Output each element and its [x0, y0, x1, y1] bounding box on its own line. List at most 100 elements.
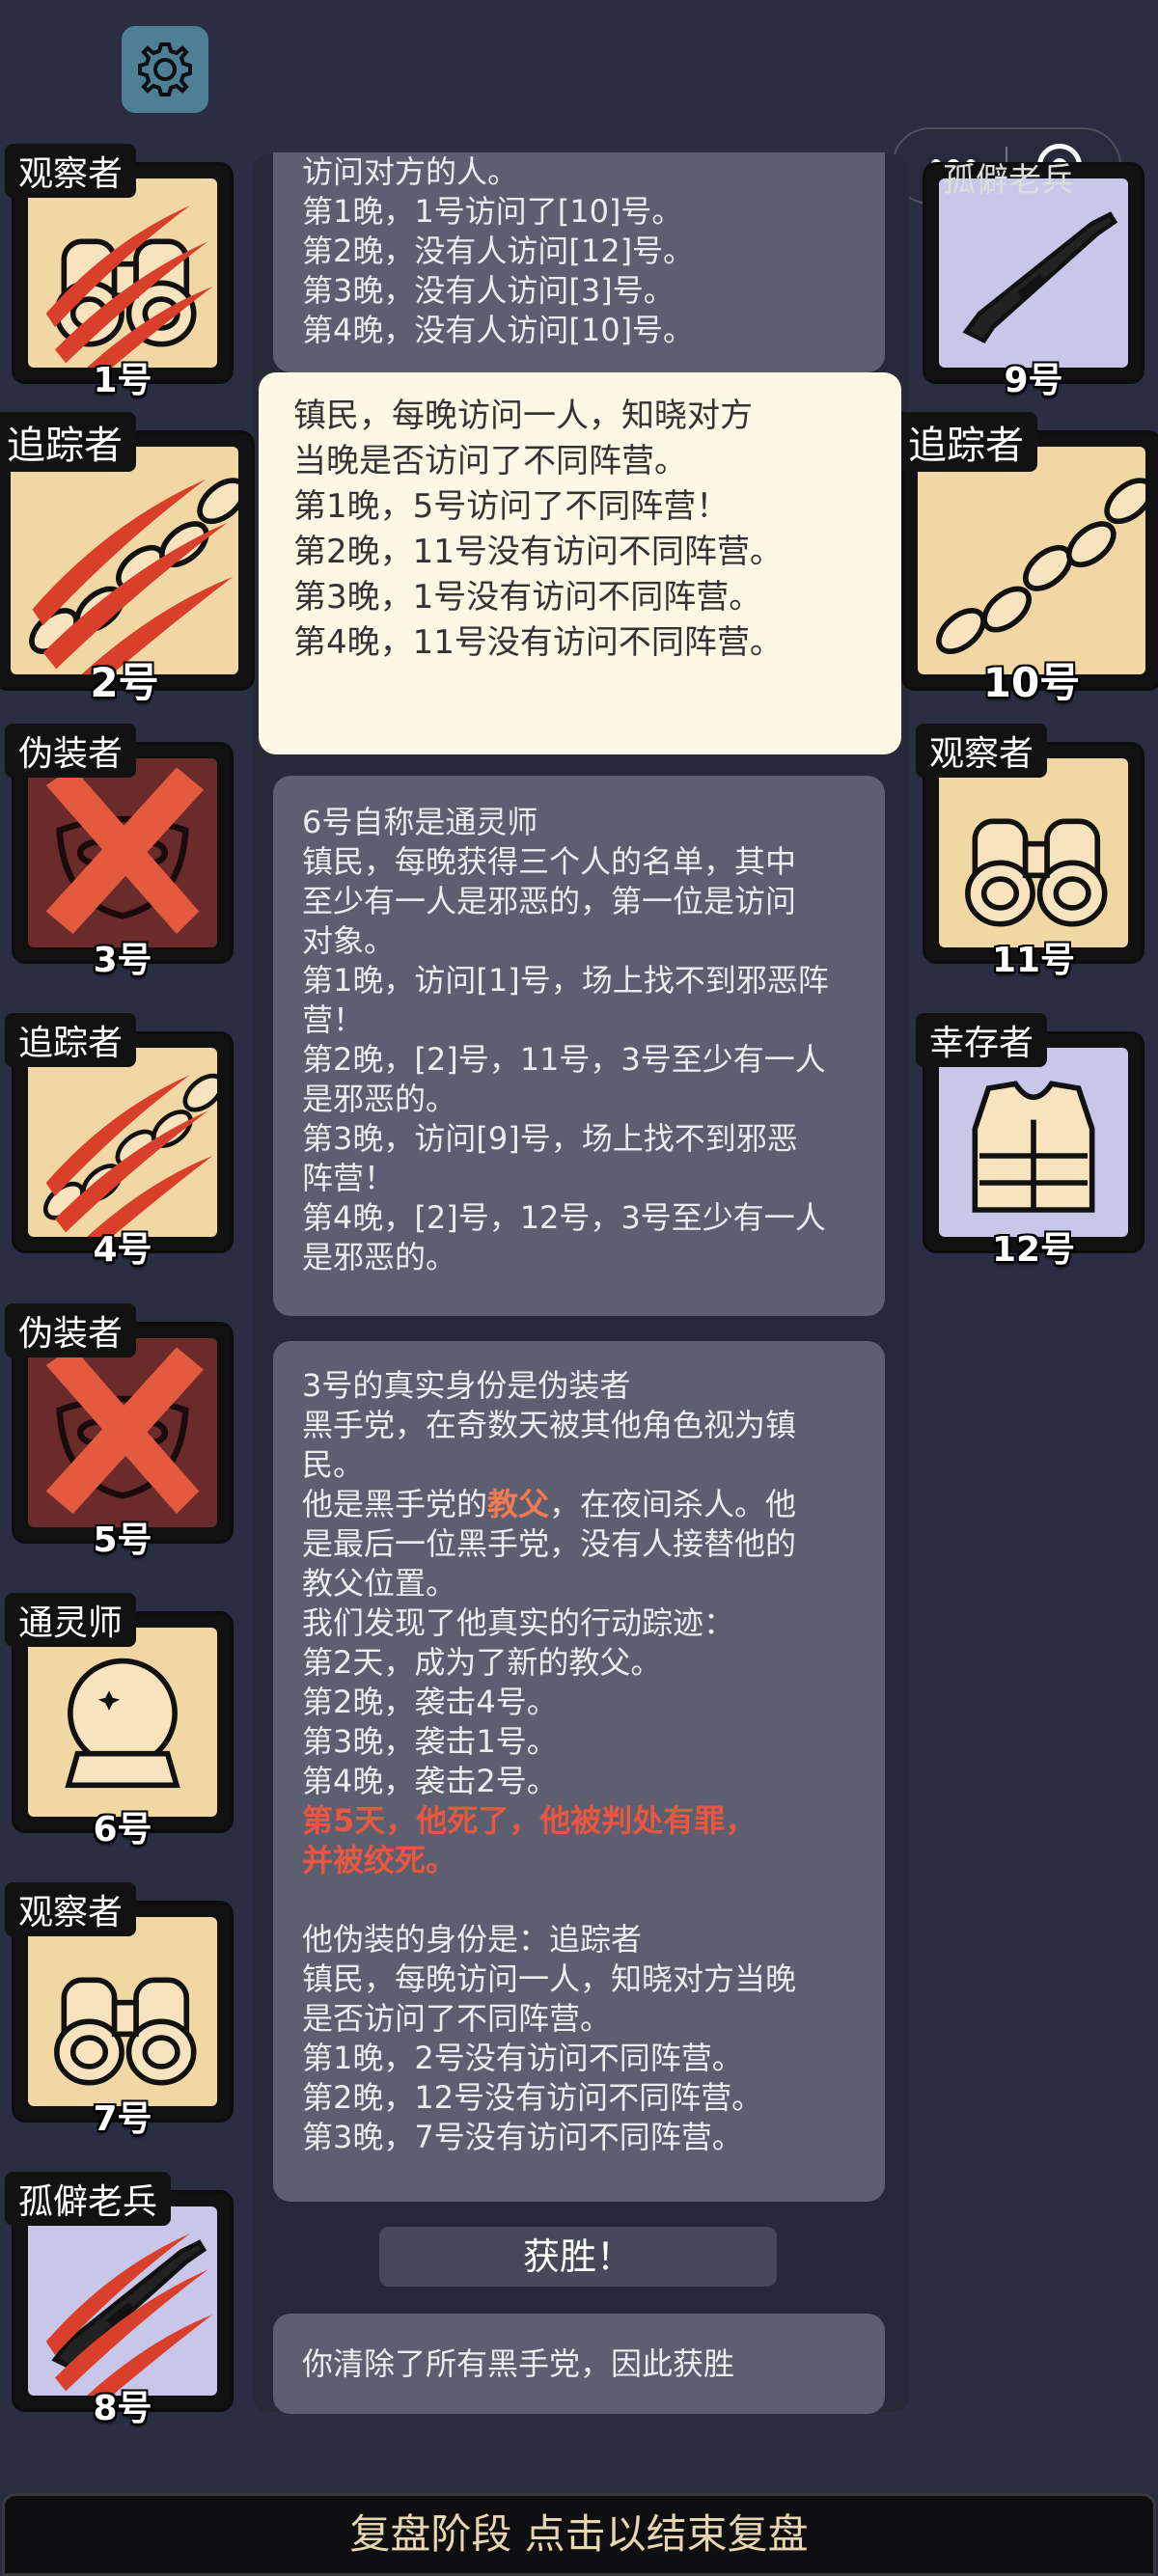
- player-card-10[interactable]: 追踪者 10号: [895, 412, 1158, 706]
- message-observer: 访问对方的人。 第1晚，1号访问了[10]号。 第2晚，没有人访问[12]号。 …: [273, 152, 885, 372]
- death-notice: 第5天，他死了，他被判处有罪，: [302, 1802, 757, 1839]
- rifle-icon: [939, 178, 1128, 368]
- player-number: 2号: [90, 659, 159, 706]
- footprints-icon: [11, 447, 238, 674]
- player-card-1[interactable]: 观察者 1号: [5, 144, 234, 400]
- message-line: 第2晚，没有人访问[12]号。: [302, 233, 695, 269]
- player-card-7[interactable]: 观察者 7号: [5, 1882, 234, 2139]
- message-line: 第1晚，访问[1]号，场上找不到邪恶阵: [302, 962, 829, 999]
- player-card-5[interactable]: 伪装者 5号: [5, 1303, 234, 1560]
- player-number: 3号: [93, 941, 152, 980]
- message-line: 第2晚，12号没有访问不同阵营。: [302, 2079, 763, 2116]
- message-line: 黑手党，在奇数天被其他角色视为镇: [302, 1407, 797, 1443]
- role-label: 观察者: [5, 1882, 137, 1936]
- message-line: 第1晚，5号访问了不同阵营！: [293, 487, 730, 526]
- gear-icon: [138, 42, 192, 96]
- player-number: 7号: [93, 2099, 152, 2139]
- role-label: 通灵师: [5, 1593, 137, 1647]
- message-line: 6号自称是通灵师: [302, 804, 538, 840]
- player-card-11[interactable]: 观察者 11号: [916, 724, 1144, 980]
- message-line: 教父位置。: [302, 1565, 457, 1602]
- player-card-3[interactable]: 伪装者 3号: [5, 724, 234, 980]
- message-line: 第3晚，袭击1号。: [302, 1723, 558, 1760]
- player-number: 11号: [991, 941, 1076, 980]
- player-card-4[interactable]: 追踪者 4号: [5, 1013, 234, 1270]
- message-line: 是邪恶的。: [302, 1081, 457, 1117]
- message-line: 镇民，每晚访问一人，知晓对方: [293, 397, 753, 435]
- end-review-button[interactable]: 复盘阶段 点击以结束复盘: [2, 2493, 1156, 2576]
- message-line: 当晚是否访问了不同阵营。: [293, 442, 687, 480]
- message-line: 他是黑手党的教父，在夜间杀人。他: [302, 1485, 856, 1524]
- message-line: 第2晚，11号没有访问不同阵营。: [293, 533, 783, 571]
- message-line: 第4晚，袭击2号。: [302, 1763, 558, 1799]
- message-line: 至少有一人是邪恶的，第一位是访问: [302, 883, 797, 919]
- victory-banner: 获胜！: [379, 2227, 777, 2287]
- player-number: 9号: [1004, 361, 1063, 400]
- rifle-icon: [45, 2233, 213, 2396]
- message-line: 第2天，成为了新的教父。: [302, 1644, 662, 1681]
- role-label: 幸存者: [916, 1013, 1048, 1067]
- role-label: 观察者: [5, 144, 137, 198]
- player-card-6[interactable]: 通灵师 6号: [5, 1593, 234, 1850]
- message-line: 镇民，每晚获得三个人的名单，其中: [302, 843, 797, 880]
- player-number: 8号: [93, 2389, 152, 2428]
- footprints-icon: [28, 1048, 217, 1237]
- message-reveal: 3号的真实身份是伪装者 黑手党，在奇数天被其他角色视为镇 民。 他是黑手党的教父…: [273, 1341, 885, 2202]
- footprints-icon: [918, 447, 1145, 674]
- mask-icon: [45, 767, 205, 934]
- death-notice: 并被绞死。: [302, 1842, 457, 1878]
- player-card-9[interactable]: 孤僻老兵 9号: [923, 161, 1144, 400]
- message-line: 第3晚，访问[9]号，场上找不到邪恶: [302, 1120, 798, 1157]
- message-text: ，在夜间杀人。他: [549, 1486, 797, 1522]
- player-card-8[interactable]: 孤僻老兵 8号: [5, 2172, 234, 2428]
- message-line: 第3晚，1号没有访问不同阵营。: [293, 578, 762, 617]
- player-number: 1号: [93, 361, 152, 400]
- godfather-highlight: 教父: [487, 1486, 550, 1522]
- message-medium: 6号自称是通灵师 镇民，每晚获得三个人的名单，其中 至少有一人是邪恶的，第一位是…: [273, 776, 885, 1316]
- message-line: 第1晚，1号访问了[10]号。: [302, 193, 683, 230]
- message-text: 他是黑手党的: [302, 1486, 488, 1522]
- role-label: 孤僻老兵: [5, 2172, 172, 2226]
- role-label: 孤僻老兵: [943, 161, 1074, 200]
- vest-icon: [939, 1048, 1128, 1237]
- role-label: 追踪者: [0, 412, 136, 472]
- message-line: 我们发现了他真实的行动踪迹：: [302, 1604, 735, 1641]
- role-label: 伪装者: [5, 1303, 137, 1357]
- settings-button[interactable]: [122, 26, 208, 113]
- role-label: 追踪者: [5, 1013, 137, 1067]
- message-line: 是邪恶的。: [302, 1239, 457, 1275]
- message-line: 访问对方的人。: [302, 153, 519, 190]
- message-line: 对象。: [302, 922, 396, 959]
- message-line: 第1晚，2号没有访问不同阵营。: [302, 2040, 743, 2076]
- message-line: 第2晚，[2]号，11号，3号至少有一人: [302, 1041, 826, 1078]
- crystal-ball-icon: [28, 1628, 217, 1817]
- role-label: 伪装者: [5, 724, 137, 778]
- message-victory-reason: 你清除了所有黑手党，因此获胜: [273, 2314, 885, 2414]
- player-number: 5号: [93, 1521, 152, 1560]
- role-label: 观察者: [916, 724, 1048, 778]
- message-line: 镇民，每晚访问一人，知晓对方当晚: [302, 1960, 797, 1997]
- player-card-2[interactable]: 追踪者 2号: [0, 412, 255, 706]
- message-line: 第3晚，没有人访问[3]号。: [302, 272, 675, 309]
- message-line: 第4晚，11号没有访问不同阵营。: [293, 623, 783, 662]
- player-number: 10号: [982, 659, 1081, 706]
- message-tracker-highlight: 镇民，每晚访问一人，知晓对方 当晚是否访问了不同阵营。 第1晚，5号访问了不同阵…: [259, 372, 901, 754]
- binoculars-icon: [28, 1917, 217, 2106]
- role-label: 追踪者: [895, 412, 1037, 472]
- message-line: 第3晚，7号没有访问不同阵营。: [302, 2119, 743, 2155]
- message-line: 营！: [302, 1001, 365, 1038]
- binoculars-icon: [939, 758, 1128, 947]
- binoculars-icon: [45, 206, 213, 368]
- message-line: 是最后一位黑手党，没有人接替他的: [302, 1525, 797, 1562]
- message-line: 是否访问了不同阵营。: [302, 2000, 612, 2037]
- message-line: 民。: [302, 1446, 365, 1483]
- player-number: 6号: [93, 1810, 152, 1850]
- player-card-12[interactable]: 幸存者 12号: [916, 1013, 1144, 1270]
- message-line: 3号的真实身份是伪装者: [302, 1367, 631, 1404]
- message-line: 第2晚，袭击4号。: [302, 1684, 558, 1720]
- mask-icon: [45, 1347, 205, 1514]
- message-line: 他伪装的身份是：追踪者: [302, 1921, 643, 1958]
- player-number: 4号: [93, 1230, 152, 1270]
- message-line: 第4晚，没有人访问[10]号。: [302, 312, 695, 348]
- message-line: 阵营！: [302, 1160, 396, 1196]
